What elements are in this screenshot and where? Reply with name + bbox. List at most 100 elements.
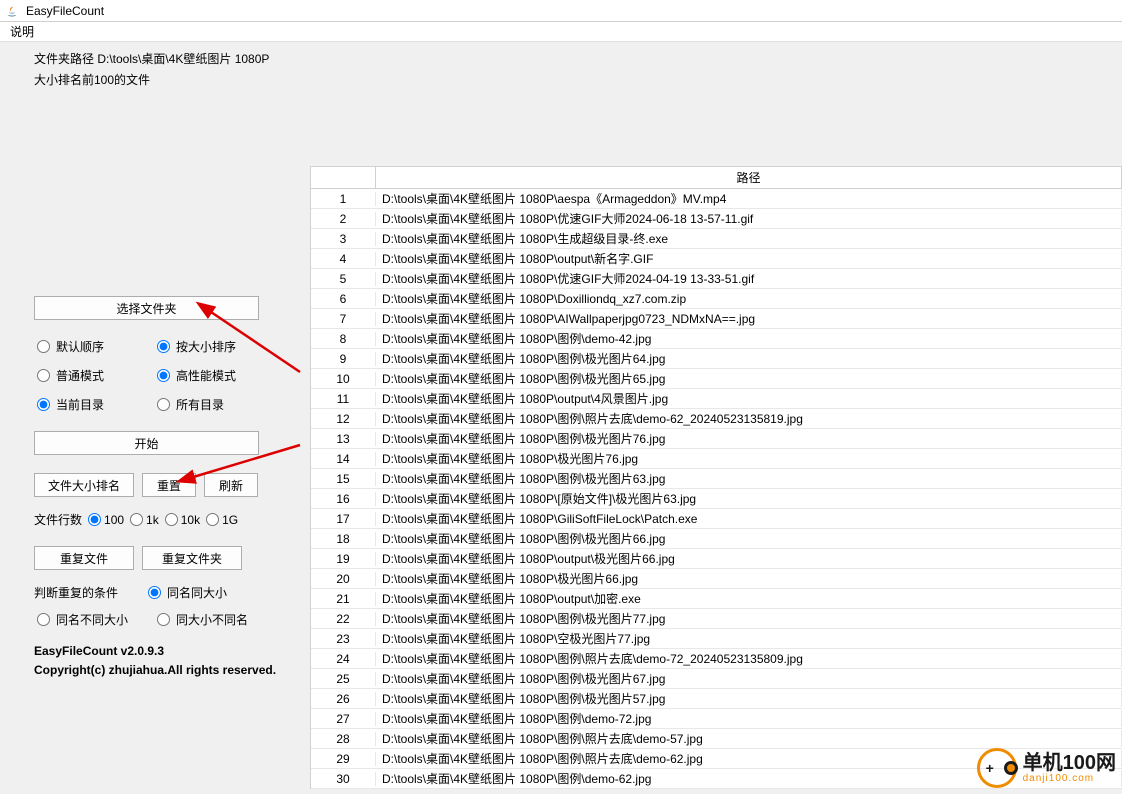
row-path: D:\tools\桌面\4K壁纸图片 1080P\GiliSoftFileLoc…: [376, 510, 1122, 527]
dup-cond-label: 判断重复的条件: [34, 584, 118, 601]
footer-info: EasyFileCount v2.0.9.3 Copyright(c) zhuj…: [34, 642, 310, 680]
table-row[interactable]: 26D:\tools\桌面\4K壁纸图片 1080P\图例\极光图片57.jpg: [311, 689, 1122, 709]
reset-button[interactable]: 重置: [142, 473, 196, 497]
row-index: 9: [311, 352, 376, 366]
row-path: D:\tools\桌面\4K壁纸图片 1080P\极光图片66.jpg: [376, 570, 1122, 587]
table-row[interactable]: 4D:\tools\桌面\4K壁纸图片 1080P\output\新名字.GIF: [311, 249, 1122, 269]
row-path: D:\tools\桌面\4K壁纸图片 1080P\output\4风景图片.jp…: [376, 390, 1122, 407]
table-row[interactable]: 2D:\tools\桌面\4K壁纸图片 1080P\优速GIF大师2024-06…: [311, 209, 1122, 229]
row-index: 25: [311, 672, 376, 686]
table-row[interactable]: 5D:\tools\桌面\4K壁纸图片 1080P\优速GIF大师2024-04…: [311, 269, 1122, 289]
row-path: D:\tools\桌面\4K壁纸图片 1080P\aespa《Armageddo…: [376, 190, 1122, 207]
table-row[interactable]: 18D:\tools\桌面\4K壁纸图片 1080P\图例\极光图片66.jpg: [311, 529, 1122, 549]
table-row[interactable]: 17D:\tools\桌面\4K壁纸图片 1080P\GiliSoftFileL…: [311, 509, 1122, 529]
table-row[interactable]: 22D:\tools\桌面\4K壁纸图片 1080P\图例\极光图片77.jpg: [311, 609, 1122, 629]
row-path: D:\tools\桌面\4K壁纸图片 1080P\图例\极光图片76.jpg: [376, 430, 1122, 447]
row-index: 21: [311, 592, 376, 606]
table-row[interactable]: 16D:\tools\桌面\4K壁纸图片 1080P\[原始文件]\极光图片63…: [311, 489, 1122, 509]
row-index: 14: [311, 452, 376, 466]
row-path: D:\tools\桌面\4K壁纸图片 1080P\图例\极光图片64.jpg: [376, 350, 1122, 367]
table-row[interactable]: 15D:\tools\桌面\4K壁纸图片 1080P\图例\极光图片63.jpg: [311, 469, 1122, 489]
radio-normal-mode[interactable]: 普通模式: [37, 367, 157, 384]
row-index: 28: [311, 732, 376, 746]
table-row[interactable]: 21D:\tools\桌面\4K壁纸图片 1080P\output\加密.exe: [311, 589, 1122, 609]
row-index: 30: [311, 772, 376, 786]
row-path: D:\tools\桌面\4K壁纸图片 1080P\[原始文件]\极光图片63.j…: [376, 490, 1122, 507]
table-row[interactable]: 24D:\tools\桌面\4K壁纸图片 1080P\图例\照片去底\demo-…: [311, 649, 1122, 669]
menubar: 说明: [0, 22, 1122, 42]
col-header-index[interactable]: [311, 167, 376, 188]
row-index: 10: [311, 372, 376, 386]
radio-rows-100[interactable]: 100: [88, 513, 124, 527]
radio-rows-10k[interactable]: 10k: [165, 513, 200, 527]
table-row[interactable]: 3D:\tools\桌面\4K壁纸图片 1080P\生成超级目录-终.exe: [311, 229, 1122, 249]
file-size-rank-button[interactable]: 文件大小排名: [34, 473, 134, 497]
row-path: D:\tools\桌面\4K壁纸图片 1080P\output\加密.exe: [376, 590, 1122, 607]
file-table: 路径 1D:\tools\桌面\4K壁纸图片 1080P\aespa《Armag…: [310, 166, 1122, 789]
table-header: 路径: [311, 167, 1122, 189]
table-row[interactable]: 20D:\tools\桌面\4K壁纸图片 1080P\极光图片66.jpg: [311, 569, 1122, 589]
row-index: 2: [311, 212, 376, 226]
table-row[interactable]: 23D:\tools\桌面\4K壁纸图片 1080P\空极光图片77.jpg: [311, 629, 1122, 649]
table-row[interactable]: 1D:\tools\桌面\4K壁纸图片 1080P\aespa《Armagedd…: [311, 189, 1122, 209]
start-button[interactable]: 开始: [34, 431, 259, 455]
row-path: D:\tools\桌面\4K壁纸图片 1080P\图例\demo-72.jpg: [376, 710, 1122, 727]
refresh-button[interactable]: 刷新: [204, 473, 258, 497]
row-index: 1: [311, 192, 376, 206]
radio-rows-1g[interactable]: 1G: [206, 513, 238, 527]
table-row[interactable]: 13D:\tools\桌面\4K壁纸图片 1080P\图例\极光图片76.jpg: [311, 429, 1122, 449]
table-row[interactable]: 9D:\tools\桌面\4K壁纸图片 1080P\图例\极光图片64.jpg: [311, 349, 1122, 369]
radio-all-dir[interactable]: 所有目录: [157, 396, 277, 413]
table-row[interactable]: 14D:\tools\桌面\4K壁纸图片 1080P\极光图片76.jpg: [311, 449, 1122, 469]
radio-by-size[interactable]: 按大小排序: [157, 338, 277, 355]
radio-same-name-size[interactable]: 同名同大小: [148, 584, 227, 601]
row-path: D:\tools\桌面\4K壁纸图片 1080P\图例\极光图片57.jpg: [376, 690, 1122, 707]
radio-current-dir[interactable]: 当前目录: [37, 396, 157, 413]
table-row[interactable]: 27D:\tools\桌面\4K壁纸图片 1080P\图例\demo-72.jp…: [311, 709, 1122, 729]
row-index: 7: [311, 312, 376, 326]
row-path: D:\tools\桌面\4K壁纸图片 1080P\极光图片76.jpg: [376, 450, 1122, 467]
row-index: 8: [311, 332, 376, 346]
row-index: 5: [311, 272, 376, 286]
table-row[interactable]: 10D:\tools\桌面\4K壁纸图片 1080P\图例\极光图片65.jpg: [311, 369, 1122, 389]
radio-default-order[interactable]: 默认顺序: [37, 338, 157, 355]
row-index: 26: [311, 692, 376, 706]
menu-shuoming[interactable]: 说明: [4, 21, 40, 42]
dup-folder-button[interactable]: 重复文件夹: [142, 546, 242, 570]
radio-same-name-diff-size[interactable]: 同名不同大小: [37, 611, 157, 628]
choose-folder-button[interactable]: 选择文件夹: [34, 296, 259, 320]
row-path: D:\tools\桌面\4K壁纸图片 1080P\图例\照片去底\demo-57…: [376, 730, 1122, 747]
watermark-logo-icon: +: [977, 748, 1017, 788]
col-header-path[interactable]: 路径: [376, 167, 1122, 188]
left-panel: 文件夹路径 D:\tools\桌面\4K壁纸图片 1080P 大小排名前100的…: [0, 42, 310, 794]
row-path: D:\tools\桌面\4K壁纸图片 1080P\优速GIF大师2024-06-…: [376, 210, 1122, 227]
row-path: D:\tools\桌面\4K壁纸图片 1080P\AIWallpaperjpg0…: [376, 310, 1122, 327]
table-row[interactable]: 28D:\tools\桌面\4K壁纸图片 1080P\图例\照片去底\demo-…: [311, 729, 1122, 749]
table-row[interactable]: 7D:\tools\桌面\4K壁纸图片 1080P\AIWallpaperjpg…: [311, 309, 1122, 329]
row-path: D:\tools\桌面\4K壁纸图片 1080P\Doxilliondq_xz7…: [376, 290, 1122, 307]
row-index: 24: [311, 652, 376, 666]
table-row[interactable]: 12D:\tools\桌面\4K壁纸图片 1080P\图例\照片去底\demo-…: [311, 409, 1122, 429]
row-index: 11: [311, 392, 376, 406]
row-path: D:\tools\桌面\4K壁纸图片 1080P\图例\demo-42.jpg: [376, 330, 1122, 347]
radio-rows-1k[interactable]: 1k: [130, 513, 159, 527]
table-row[interactable]: 11D:\tools\桌面\4K壁纸图片 1080P\output\4风景图片.…: [311, 389, 1122, 409]
row-index: 27: [311, 712, 376, 726]
row-path: D:\tools\桌面\4K壁纸图片 1080P\图例\照片去底\demo-72…: [376, 650, 1122, 667]
table-row[interactable]: 19D:\tools\桌面\4K壁纸图片 1080P\output\极光图片66…: [311, 549, 1122, 569]
table-row[interactable]: 8D:\tools\桌面\4K壁纸图片 1080P\图例\demo-42.jpg: [311, 329, 1122, 349]
row-path: D:\tools\桌面\4K壁纸图片 1080P\图例\极光图片66.jpg: [376, 530, 1122, 547]
radio-same-size-diff-name[interactable]: 同大小不同名: [157, 611, 277, 628]
row-path: D:\tools\桌面\4K壁纸图片 1080P\图例\极光图片67.jpg: [376, 670, 1122, 687]
dup-file-button[interactable]: 重复文件: [34, 546, 134, 570]
row-path: D:\tools\桌面\4K壁纸图片 1080P\output\新名字.GIF: [376, 250, 1122, 267]
table-body: 1D:\tools\桌面\4K壁纸图片 1080P\aespa《Armagedd…: [311, 189, 1122, 789]
java-icon: [4, 3, 20, 19]
row-path: D:\tools\桌面\4K壁纸图片 1080P\图例\极光图片77.jpg: [376, 610, 1122, 627]
watermark: + 单机100网 danji100.com: [977, 748, 1116, 788]
table-row[interactable]: 6D:\tools\桌面\4K壁纸图片 1080P\Doxilliondq_xz…: [311, 289, 1122, 309]
row-count-group: 文件行数 100 1k 10k 1G: [34, 511, 310, 528]
table-row[interactable]: 25D:\tools\桌面\4K壁纸图片 1080P\图例\极光图片67.jpg: [311, 669, 1122, 689]
radio-high-perf[interactable]: 高性能模式: [157, 367, 277, 384]
row-index: 19: [311, 552, 376, 566]
